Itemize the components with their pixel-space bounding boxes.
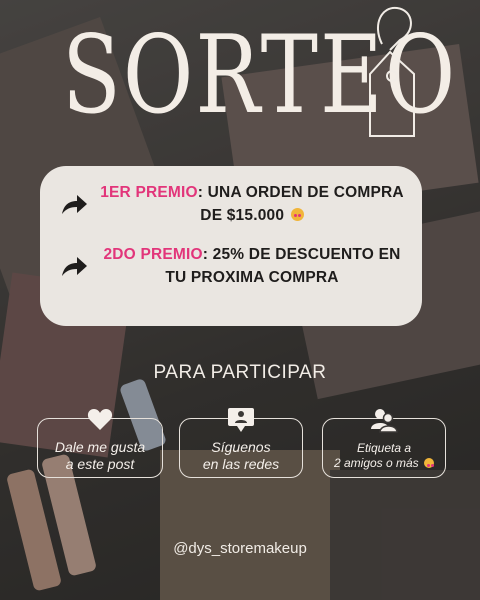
- share-arrow-icon: [62, 195, 87, 214]
- second-prize-text: : 25% DE DESCUENTO EN: [202, 246, 401, 263]
- first-prize-text: : UNA ORDEN DE COMPRA: [197, 184, 404, 201]
- users-icon: [371, 409, 398, 433]
- profile-card-icon: [228, 408, 254, 432]
- prizes-card: 1ER PREMIO: UNA ORDEN DE COMPRA DE $15.0…: [40, 166, 422, 326]
- step-follow-line1: Síguenos: [211, 439, 271, 455]
- first-prize-label: 1ER PREMIO: [100, 184, 198, 201]
- step-like-line1: Dale me gusta: [54, 439, 146, 455]
- step-follow-line2: en las redes: [202, 456, 280, 472]
- hanger-tag-icon: [369, 6, 415, 137]
- step-tag: Etiqueta a 2 amigos o más: [322, 409, 446, 478]
- step-tag-line2: 2 amigos o más: [333, 456, 419, 470]
- heart-eyes-emoji-icon: [290, 208, 304, 221]
- step-tag-line1: Etiqueta a: [356, 441, 412, 455]
- step-like-line2: a este post: [65, 456, 135, 472]
- second-prize-label: 2DO PREMIO: [103, 246, 203, 263]
- heart-icon: [87, 409, 113, 430]
- share-arrow-icon: [62, 257, 87, 276]
- smile-emoji-icon: [424, 458, 435, 468]
- step-like: Dale me gusta a este post: [37, 409, 163, 478]
- step-follow: Síguenos en las redes: [179, 408, 303, 478]
- page-title: SORTEO: [62, 13, 458, 139]
- first-prize-amount: DE $15.000: [200, 207, 285, 224]
- participate-heading: PARA PARTICIPAR: [153, 362, 327, 383]
- instagram-handle[interactable]: @dys_storemakeup: [0, 540, 480, 557]
- second-prize-line2: TU PROXIMA COMPRA: [165, 269, 339, 286]
